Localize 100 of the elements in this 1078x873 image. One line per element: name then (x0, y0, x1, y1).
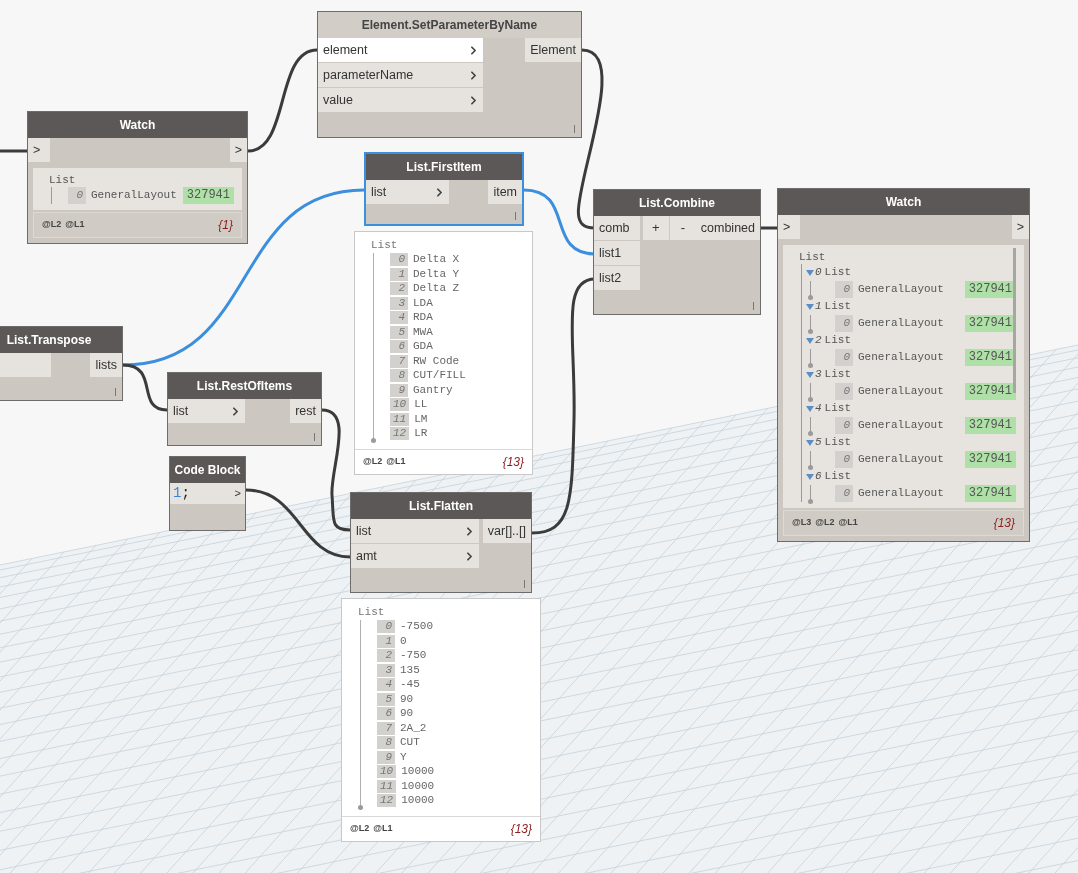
index-label: 9 (377, 750, 395, 764)
index-label: 1 (390, 267, 408, 281)
item-value: 10000 (401, 794, 435, 808)
list-label: List (358, 605, 385, 620)
list-label: List (824, 401, 851, 417)
node-title: List.Flatten (351, 493, 531, 519)
output-port[interactable]: Element (525, 38, 581, 62)
expand-triangle-icon[interactable] (806, 439, 814, 446)
item-value: 327941 (964, 383, 1016, 400)
item-value: 327941 (964, 281, 1016, 298)
item-value: Delta Z (413, 282, 460, 296)
list-level-label: @L2 (42, 218, 62, 232)
node-title: Element.SetParameterByName (318, 12, 581, 38)
expand-triangle-icon[interactable] (806, 473, 814, 480)
list-label: List (824, 469, 851, 485)
item-label: GeneralLayout (858, 486, 944, 502)
item-value: Delta Y (413, 267, 460, 281)
node-title: List.Combine (594, 190, 760, 216)
index-label: 0 (377, 620, 395, 634)
node[interactable]: Element.SetParameterByName element parameterName value Element (317, 11, 582, 138)
input-port[interactable]: list (351, 519, 479, 543)
item-value: 10000 (401, 765, 435, 779)
item-value: 90 (400, 692, 414, 706)
index-label: 6 (815, 469, 822, 485)
item-value: Gantry (413, 383, 453, 397)
input-port[interactable]: list (366, 180, 449, 204)
node[interactable]: List.Transpose lists (0, 326, 123, 401)
expand-triangle-icon[interactable] (806, 269, 814, 276)
node[interactable]: List.FirstItem list item (364, 152, 524, 226)
code-editor-field[interactable]: 1; (170, 483, 231, 504)
expand-triangle-icon[interactable] (806, 303, 814, 310)
index-label: 3 (815, 367, 822, 383)
input-port[interactable]: element (318, 38, 483, 62)
index-label: 3 (390, 296, 408, 310)
node[interactable]: List.Flatten list amt var[]..[] (350, 492, 532, 593)
output-port[interactable]: > (1011, 215, 1029, 239)
output-port[interactable]: var[]..[] (482, 519, 531, 543)
index-label: 9 (390, 383, 408, 397)
list-label: List (824, 435, 851, 451)
index-label: 11 (377, 779, 397, 793)
item-count: {1} (218, 217, 233, 234)
input-port[interactable]: value (318, 88, 483, 112)
item-value: -750 (400, 649, 427, 663)
index-label: 2 (815, 333, 822, 349)
node[interactable]: Code Block 1; > (169, 456, 246, 531)
input-port[interactable]: > (778, 215, 800, 239)
item-value: RDA (413, 311, 433, 325)
node[interactable]: List.Combine comb list1 list2 + - combined (593, 189, 761, 315)
item-value: -45 (400, 678, 420, 692)
output-port[interactable]: rest (290, 399, 321, 423)
output-port[interactable]: lists (90, 353, 122, 377)
expand-triangle-icon[interactable] (806, 371, 814, 378)
input-port[interactable]: list1 (594, 241, 640, 265)
node[interactable] (777, 188, 1030, 542)
wire (0, 149, 27, 153)
list-level-label: @L1 (373, 822, 393, 836)
input-port[interactable]: amt (351, 544, 479, 568)
input-port[interactable]: list (168, 399, 245, 423)
list-label: List (824, 299, 851, 315)
output-port[interactable]: combined (695, 216, 760, 240)
index-label: 11 (390, 412, 410, 426)
item-value: GDA (413, 340, 433, 354)
index-label: 0 (835, 281, 853, 298)
expand-triangle-icon[interactable] (806, 337, 814, 344)
input-port[interactable]: comb (594, 216, 640, 240)
node-title: Code Block (170, 457, 245, 483)
index-label: 5 (815, 435, 822, 451)
item-value: 135 (400, 663, 420, 677)
item-count: {13} (502, 454, 524, 471)
node-title: Watch (28, 112, 247, 138)
item-label: GeneralLayout (858, 418, 944, 434)
index-label: 5 (377, 692, 395, 706)
index-label: 4 (390, 311, 408, 325)
item-value: Delta X (413, 253, 460, 267)
index-label: 2 (377, 649, 395, 663)
node[interactable]: Watch > > List 0 GeneralLayout 327941 @L2 @L1 {1} (27, 111, 248, 244)
node-title: List.Transpose (0, 327, 122, 353)
add-remove-input-button[interactable]: + (642, 216, 669, 240)
item-value: 327941 (964, 315, 1016, 332)
index-label: 0 (835, 315, 853, 332)
item-value: -7500 (400, 620, 433, 634)
index-label: 0 (815, 265, 822, 281)
list-level-label: @L2 (363, 455, 383, 469)
item-value: 327941 (964, 349, 1016, 366)
item-label: GeneralLayout (858, 350, 944, 366)
list-level-label: @L3 (792, 516, 812, 530)
item-value: 90 (400, 707, 414, 721)
output-port[interactable]: item (488, 180, 522, 204)
scrollbar[interactable] (1013, 248, 1016, 393)
item-label: GeneralLayout (858, 384, 944, 400)
add-remove-input-button[interactable]: - (669, 216, 696, 240)
expand-triangle-icon[interactable] (806, 405, 814, 412)
list-level-label: @L1 (838, 516, 858, 530)
input-port[interactable]: list2 (594, 266, 640, 290)
item-value: 10000 (401, 779, 435, 793)
output-port[interactable]: > (229, 138, 247, 162)
list-label: List (824, 265, 851, 281)
node[interactable]: List.RestOfItems list rest (167, 372, 322, 446)
input-port[interactable]: > (28, 138, 50, 162)
input-port[interactable]: parameterName (318, 63, 483, 87)
